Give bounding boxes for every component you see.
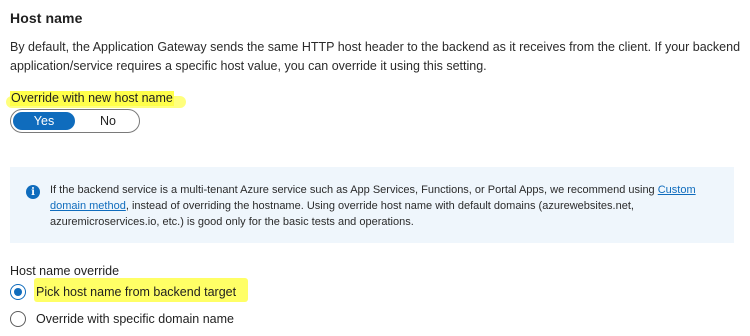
override-toggle: Yes No <box>10 109 140 133</box>
radio-button-checked[interactable] <box>10 284 26 300</box>
override-toggle-label: Override with new host name <box>10 91 174 106</box>
toggle-no-button[interactable]: No <box>77 110 139 132</box>
info-text-before: If the backend service is a multi-tenant… <box>50 184 658 196</box>
section-description: By default, the Application Gateway send… <box>10 40 741 73</box>
radio-option-override-domain[interactable]: Override with specific domain name <box>10 311 234 327</box>
info-text-after: , instead of overriding the hostname. Us… <box>50 200 634 228</box>
info-icon: i <box>26 185 40 199</box>
section-title: Host name <box>10 10 83 26</box>
radio-option-pick-host[interactable]: Pick host name from backend target <box>10 284 236 300</box>
radio-option-label: Pick host name from backend target <box>36 285 237 299</box>
toggle-yes-button[interactable]: Yes <box>13 112 75 130</box>
info-text: If the backend service is a multi-tenant… <box>50 182 720 230</box>
radio-button-unchecked[interactable] <box>10 311 26 327</box>
radio-option-label: Override with specific domain name <box>36 312 234 326</box>
host-name-override-label: Host name override <box>10 264 120 278</box>
